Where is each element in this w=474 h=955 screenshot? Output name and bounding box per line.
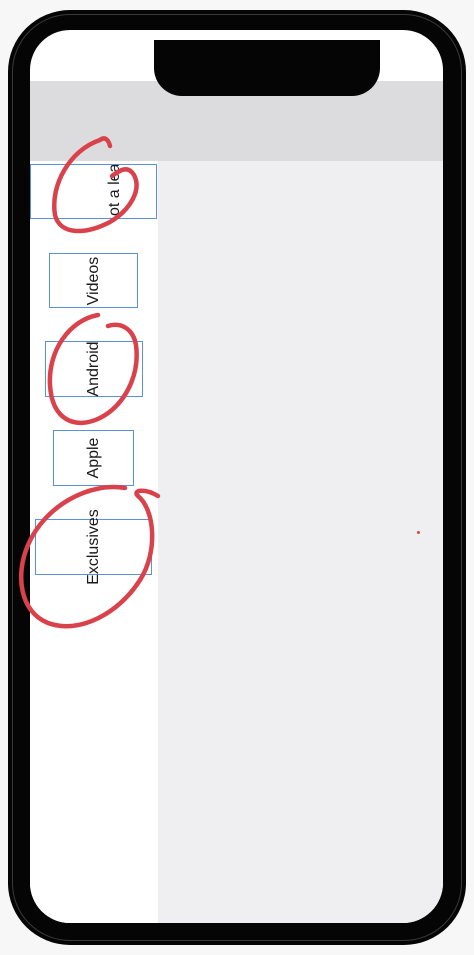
annotation-dot xyxy=(417,531,420,534)
tab-videos[interactable]: Videos xyxy=(49,253,138,308)
camera-notch xyxy=(154,40,380,96)
tab-label: Videos xyxy=(84,256,102,305)
category-sidebar: Got a leak Videos Android Apple Exclusiv… xyxy=(30,161,158,923)
tab-label: Apple xyxy=(84,437,102,479)
device-screen: Got a leak Videos Android Apple Exclusiv… xyxy=(30,30,443,923)
content-area xyxy=(158,161,443,923)
tab-label: Got a leak xyxy=(105,164,123,219)
tab-label: Exclusives xyxy=(84,509,102,585)
tab-label: Android xyxy=(85,341,102,397)
tab-android[interactable]: Android xyxy=(45,341,143,397)
tab-exclusives[interactable]: Exclusives xyxy=(35,509,152,585)
tab-apple[interactable]: Apple xyxy=(53,430,134,486)
tab-got-a-leak[interactable]: Got a leak xyxy=(30,164,157,219)
